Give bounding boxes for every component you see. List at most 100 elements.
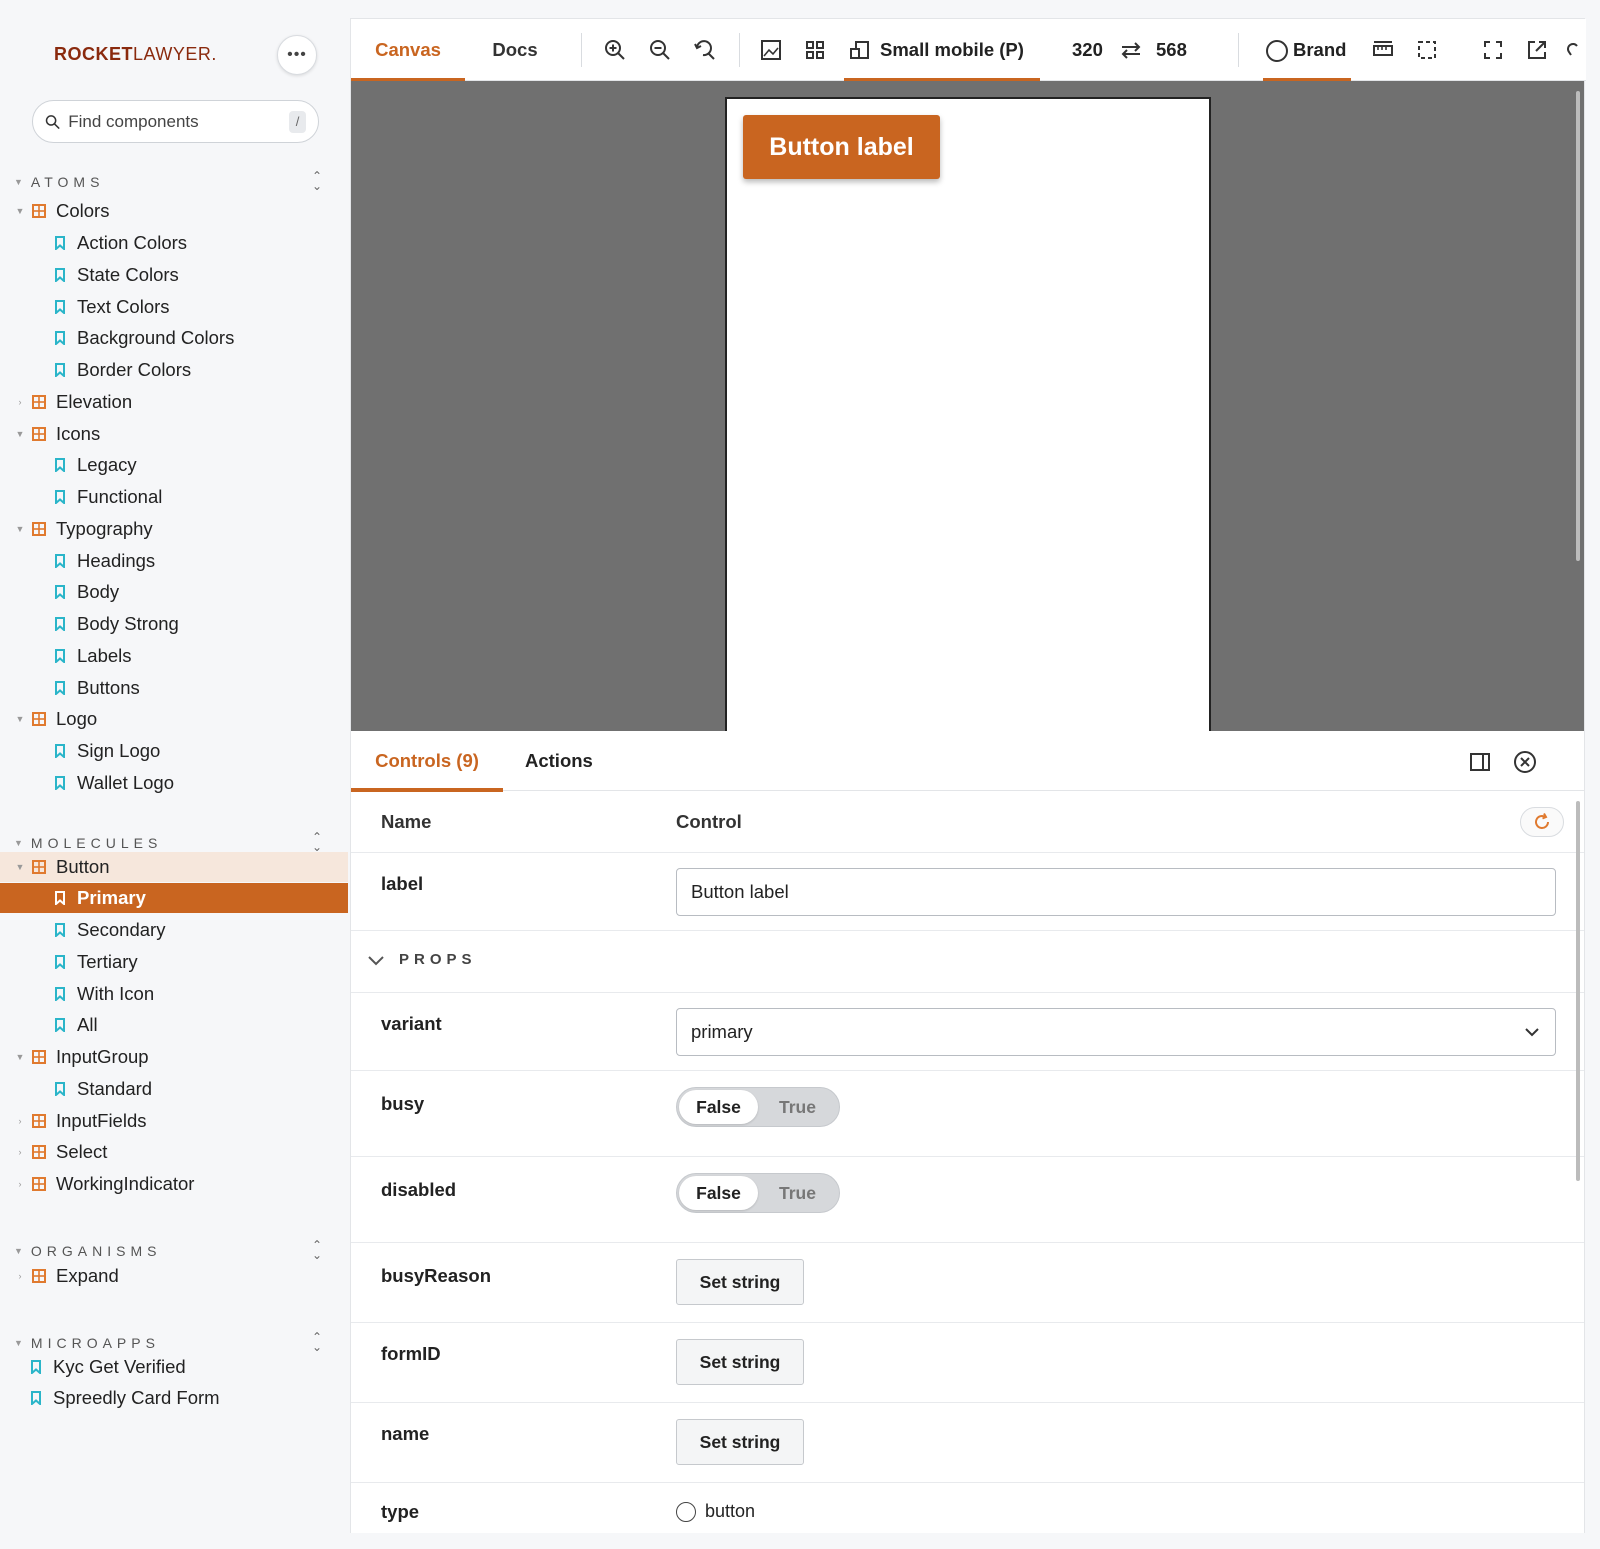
grid-icon[interactable]	[803, 38, 827, 62]
sidebar-item-select[interactable]: › Select	[0, 1137, 348, 1167]
busy-true-option[interactable]: True	[758, 1090, 837, 1124]
fullscreen-icon[interactable]	[1481, 38, 1505, 62]
main-panel: Canvas Docs Small mobile (P) 320 568 Bra…	[350, 18, 1586, 1533]
search-box[interactable]: /	[32, 100, 319, 143]
chevron-down-icon[interactable]: ▼	[14, 206, 26, 216]
sidebar-item-buttons[interactable]: Buttons	[0, 673, 348, 703]
reset-controls-button[interactable]	[1520, 807, 1564, 837]
sidebar-item-inputfields[interactable]: › InputFields	[0, 1106, 348, 1136]
section-atoms[interactable]: ▼ ATOMS ⌃ ⌄	[14, 170, 324, 194]
tab-canvas[interactable]: Canvas	[351, 19, 465, 82]
sidebar-item-workingindicator[interactable]: › WorkingIndicator	[0, 1169, 348, 1199]
preview-primary-button[interactable]: Button label	[743, 115, 940, 179]
label-input[interactable]	[676, 868, 1556, 916]
measure-icon[interactable]	[1371, 38, 1395, 62]
name-set-string-button[interactable]: Set string	[676, 1419, 804, 1465]
chevron-right-icon[interactable]: ›	[14, 1179, 26, 1189]
viewport-select[interactable]: Small mobile (P)	[844, 19, 1040, 82]
panel-orientation-icon[interactable]	[1469, 751, 1491, 773]
sidebar-item-headings[interactable]: Headings	[0, 546, 348, 576]
sidebar-item-background-colors[interactable]: Background Colors	[0, 323, 348, 353]
brand-select[interactable]: Brand	[1263, 19, 1351, 82]
zoom-reset-icon[interactable]	[693, 38, 717, 62]
props-group-row[interactable]: PROPS	[351, 931, 1584, 993]
tab-docs[interactable]: Docs	[465, 19, 565, 81]
chevron-down-icon: ▼	[14, 177, 23, 187]
busy-false-option[interactable]: False	[679, 1090, 758, 1124]
sidebar-item-sign-logo[interactable]: Sign Logo	[0, 736, 348, 766]
sidebar-item-typography[interactable]: ▼ Typography	[0, 514, 348, 544]
disabled-true-option[interactable]: True	[758, 1176, 837, 1210]
search-input[interactable]	[68, 111, 290, 132]
busyreason-set-string-button[interactable]: Set string	[676, 1259, 804, 1305]
component-icon	[32, 1050, 46, 1064]
copy-link-icon[interactable]	[1565, 38, 1585, 62]
sidebar-item-logo[interactable]: ▼ Logo	[0, 704, 348, 734]
sidebar-item-elevation[interactable]: › Elevation	[0, 387, 348, 417]
canvas-scrollbar[interactable]	[1576, 91, 1580, 561]
disabled-false-option[interactable]: False	[679, 1176, 758, 1210]
viewport-height[interactable]: 568	[1156, 19, 1187, 81]
sidebar-item-legacy[interactable]: Legacy	[0, 450, 348, 480]
story-bookmark-icon	[55, 554, 65, 568]
sidebar-item-colors[interactable]: ▼ Colors	[0, 196, 348, 226]
sidebar-item-wallet-logo[interactable]: Wallet Logo	[0, 768, 348, 798]
chevron-right-icon[interactable]: ›	[14, 397, 26, 407]
chevron-down-icon[interactable]: ▼	[14, 429, 26, 439]
section-organisms[interactable]: ▼ ORGANISMS ⌃ ⌄	[14, 1239, 324, 1263]
sidebar-item-button[interactable]: ▼ Button	[0, 852, 348, 882]
open-new-tab-icon[interactable]	[1525, 38, 1549, 62]
rotate-viewport-icon[interactable]	[1119, 38, 1143, 62]
sidebar-item-state-colors[interactable]: State Colors	[0, 260, 348, 290]
expand-collapse-icon[interactable]: ⌃ ⌄	[310, 1239, 324, 1261]
zoom-in-icon[interactable]	[603, 38, 627, 62]
rocket-lawyer-logo[interactable]: ROCKETLAWYER.	[54, 44, 217, 65]
expand-collapse-icon[interactable]: ⌃ ⌄	[310, 1331, 324, 1353]
sidebar-item-all[interactable]: All	[0, 1010, 348, 1040]
preview-canvas: Button label	[351, 81, 1584, 731]
sidebar-item-kyc-get-verified[interactable]: Kyc Get Verified	[0, 1352, 348, 1382]
disabled-toggle[interactable]: False True	[676, 1173, 840, 1213]
sidebar-menu-button[interactable]: •••	[277, 35, 317, 75]
sidebar-item-tertiary[interactable]: Tertiary	[0, 947, 348, 977]
sidebar-item-icons[interactable]: ▼ Icons	[0, 419, 348, 449]
zoom-out-icon[interactable]	[648, 38, 672, 62]
variant-select[interactable]: primary	[676, 1008, 1556, 1056]
chevron-right-icon[interactable]: ›	[14, 1116, 26, 1126]
sidebar-item-action-colors[interactable]: Action Colors	[0, 228, 348, 258]
tab-actions[interactable]: Actions	[525, 731, 593, 791]
background-image-icon[interactable]	[759, 38, 783, 62]
type-radio-button[interactable]: button	[676, 1501, 755, 1522]
chevron-right-icon[interactable]: ›	[14, 1271, 26, 1281]
addons-scrollbar[interactable]	[1576, 801, 1580, 1181]
chevron-down-icon[interactable]: ▼	[14, 714, 26, 724]
chevron-right-icon[interactable]: ›	[14, 1147, 26, 1157]
sidebar-item-standard[interactable]: Standard	[0, 1074, 348, 1104]
sidebar-item-expand[interactable]: › Expand	[0, 1261, 348, 1291]
sidebar-item-labels[interactable]: Labels	[0, 641, 348, 671]
sidebar-item-primary[interactable]: Primary	[0, 883, 348, 913]
sidebar-item-body[interactable]: Body	[0, 577, 348, 607]
chevron-down-icon	[368, 955, 384, 965]
sidebar-item-label: Border Colors	[77, 359, 192, 380]
expand-collapse-icon[interactable]: ⌃ ⌄	[310, 831, 324, 853]
chevron-down-icon[interactable]: ▼	[14, 862, 26, 872]
sidebar-item-secondary[interactable]: Secondary	[0, 915, 348, 945]
sidebar-item-body-strong[interactable]: Body Strong	[0, 609, 348, 639]
chevron-down-icon[interactable]: ▼	[14, 1052, 26, 1062]
sidebar-item-border-colors[interactable]: Border Colors	[0, 355, 348, 385]
tab-controls[interactable]: Controls (9)	[351, 731, 503, 792]
outline-icon[interactable]	[1415, 38, 1439, 62]
busy-toggle[interactable]: False True	[676, 1087, 840, 1127]
sidebar-item-inputgroup[interactable]: ▼ InputGroup	[0, 1042, 348, 1072]
expand-collapse-icon[interactable]: ⌃ ⌄	[310, 170, 324, 192]
viewport-width[interactable]: 320	[1072, 19, 1103, 81]
chevron-down-icon[interactable]: ▼	[14, 524, 26, 534]
sidebar-item-spreedly-card-form[interactable]: Spreedly Card Form	[0, 1383, 348, 1413]
formid-set-string-button[interactable]: Set string	[676, 1339, 804, 1385]
control-row-variant: variant primary	[351, 993, 1584, 1071]
close-icon[interactable]	[1513, 750, 1537, 774]
sidebar-item-text-colors[interactable]: Text Colors	[0, 292, 348, 322]
sidebar-item-with-icon[interactable]: With Icon	[0, 979, 348, 1009]
sidebar-item-functional[interactable]: Functional	[0, 482, 348, 512]
